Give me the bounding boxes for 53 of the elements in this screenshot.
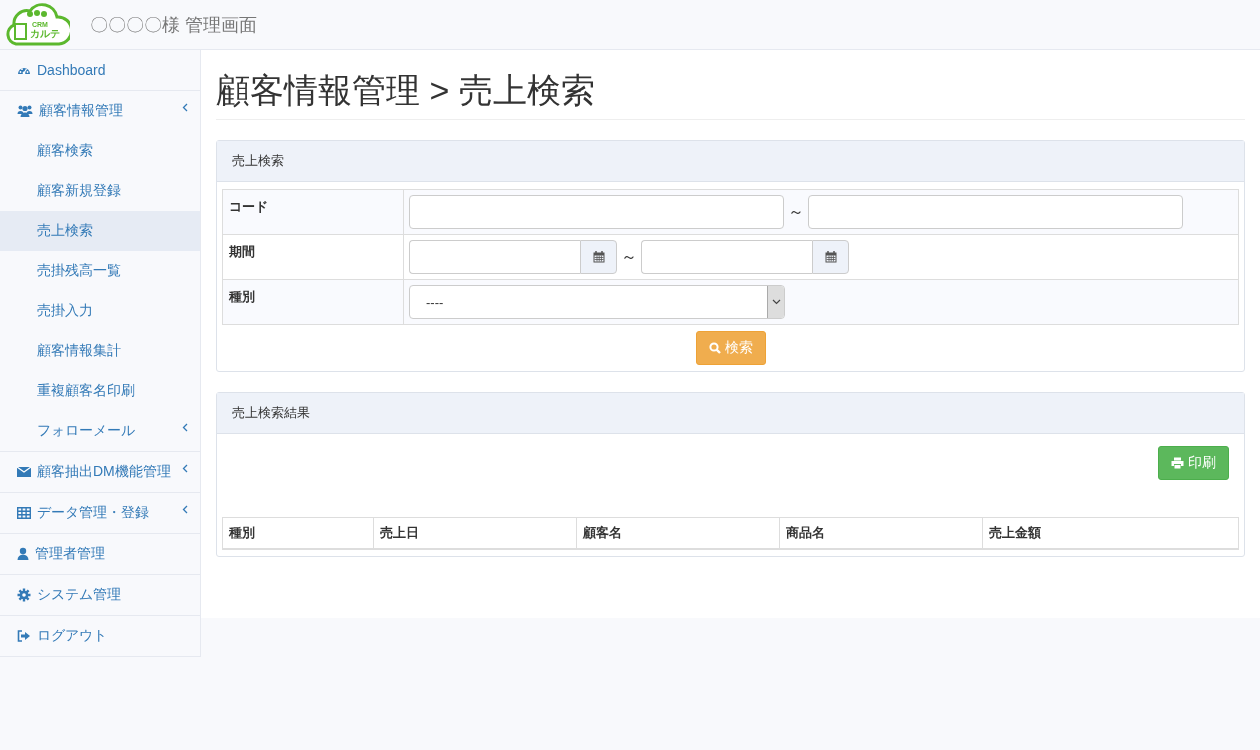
submenu-item[interactable]: 重複顧客名印刷 [0, 371, 200, 411]
chevron-icon [182, 422, 188, 432]
column-header: 商品名 [779, 518, 982, 548]
submenu-item[interactable]: 顧客検索 [0, 131, 200, 171]
site-title: 〇〇〇〇様 管理画面 [90, 13, 257, 37]
user-icon [17, 547, 29, 561]
range-separator: ～ [787, 201, 805, 222]
chevron-icon [182, 463, 188, 473]
select-field[interactable]: ---- [409, 285, 785, 319]
column-header: 売上日 [373, 518, 576, 548]
sidebar-item[interactable]: 管理者管理 [0, 534, 200, 574]
column-header: 種別 [228, 524, 256, 542]
field-label: 期間 [229, 244, 255, 259]
sidebar-item[interactable]: システム管理 [0, 575, 200, 615]
sidebar-item[interactable]: 顧客情報管理 [0, 91, 200, 131]
submenu-item[interactable]: 顧客新規登録 [0, 171, 200, 211]
calendar-addon[interactable] [580, 240, 617, 274]
column-header: 顧客名 [576, 518, 779, 548]
page-title: 顧客情報管理 > 売上検索 [216, 70, 1245, 120]
chevron-icon [182, 102, 188, 112]
printer-icon [1171, 457, 1184, 469]
panel-title: 売上検索結果 [232, 404, 310, 422]
input-field[interactable] [808, 195, 1183, 229]
column-header: 売上金額 [982, 518, 1238, 548]
submenu-item[interactable]: 売上検索 [0, 211, 200, 251]
date-field[interactable] [409, 240, 580, 274]
calendar-icon [824, 251, 837, 263]
input-field[interactable] [409, 195, 784, 229]
calendar-addon[interactable] [812, 240, 849, 274]
search-icon [708, 342, 721, 354]
field-label: コード [229, 199, 268, 214]
sidebar-item[interactable]: ログアウト [0, 616, 200, 656]
users-icon [17, 104, 33, 118]
envelope-icon [17, 465, 31, 479]
date-field[interactable] [641, 240, 812, 274]
submenu-item[interactable]: 売掛入力 [0, 291, 200, 331]
sidebar-item[interactable]: 顧客抽出DM機能管理 [0, 452, 200, 492]
sidebar-item[interactable]: データ管理・登録 [0, 493, 200, 533]
gear-icon [17, 588, 31, 602]
submenu-item[interactable]: 顧客情報集計 [0, 331, 200, 371]
caret-icon [771, 299, 781, 305]
table-icon [17, 506, 31, 520]
sidebar-item[interactable]: Dashboard [0, 50, 200, 90]
logo-text: カルテ [30, 27, 60, 40]
panel-title: 売上検索 [232, 152, 284, 170]
calendar-icon [592, 251, 605, 263]
print-button[interactable]: 印刷 [1158, 446, 1229, 480]
submenu-item[interactable]: 売掛残高一覧 [0, 251, 200, 291]
chevron-icon [182, 504, 188, 514]
submenu-item[interactable]: フォローメール [0, 411, 200, 451]
logout-icon [17, 629, 31, 643]
range-separator: ～ [620, 246, 638, 267]
field-label: 種別 [229, 289, 255, 304]
